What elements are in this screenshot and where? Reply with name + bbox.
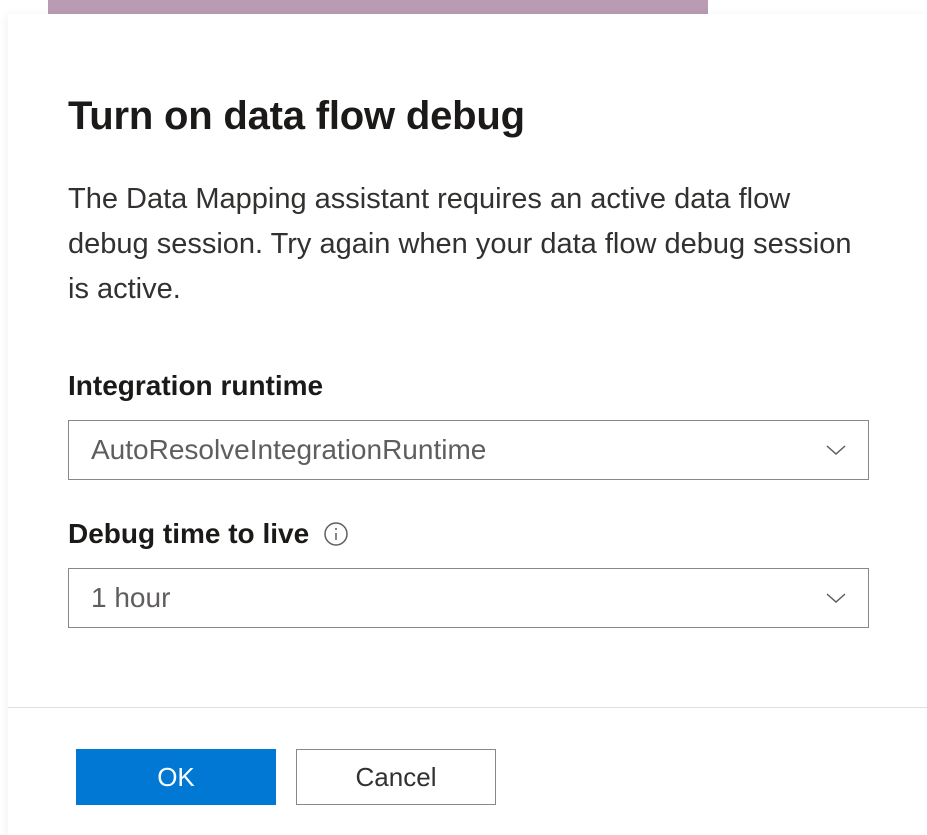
chevron-down-icon (824, 438, 848, 462)
integration-runtime-value: AutoResolveIntegrationRuntime (91, 434, 486, 466)
dialog-title: Turn on data flow debug (68, 94, 869, 139)
integration-runtime-label: Integration runtime (68, 370, 323, 402)
chevron-down-icon (824, 586, 848, 610)
field-label-row: Integration runtime (68, 370, 869, 402)
dialog-content: Turn on data flow debug The Data Mapping… (8, 14, 927, 628)
debug-ttl-field: Debug time to live 1 hour (68, 518, 869, 628)
progress-bar (48, 0, 708, 14)
divider (8, 707, 927, 708)
cancel-button[interactable]: Cancel (296, 749, 496, 805)
debug-ttl-dropdown[interactable]: 1 hour (68, 568, 869, 628)
debug-ttl-label: Debug time to live (68, 518, 309, 550)
info-icon[interactable] (323, 521, 349, 547)
ok-button[interactable]: OK (76, 749, 276, 805)
debug-dialog: Turn on data flow debug The Data Mapping… (8, 14, 927, 835)
button-row: OK Cancel (76, 749, 496, 805)
field-label-row: Debug time to live (68, 518, 869, 550)
debug-ttl-value: 1 hour (91, 582, 170, 614)
integration-runtime-field: Integration runtime AutoResolveIntegrati… (68, 370, 869, 480)
integration-runtime-dropdown[interactable]: AutoResolveIntegrationRuntime (68, 420, 869, 480)
dialog-description: The Data Mapping assistant requires an a… (68, 177, 869, 312)
